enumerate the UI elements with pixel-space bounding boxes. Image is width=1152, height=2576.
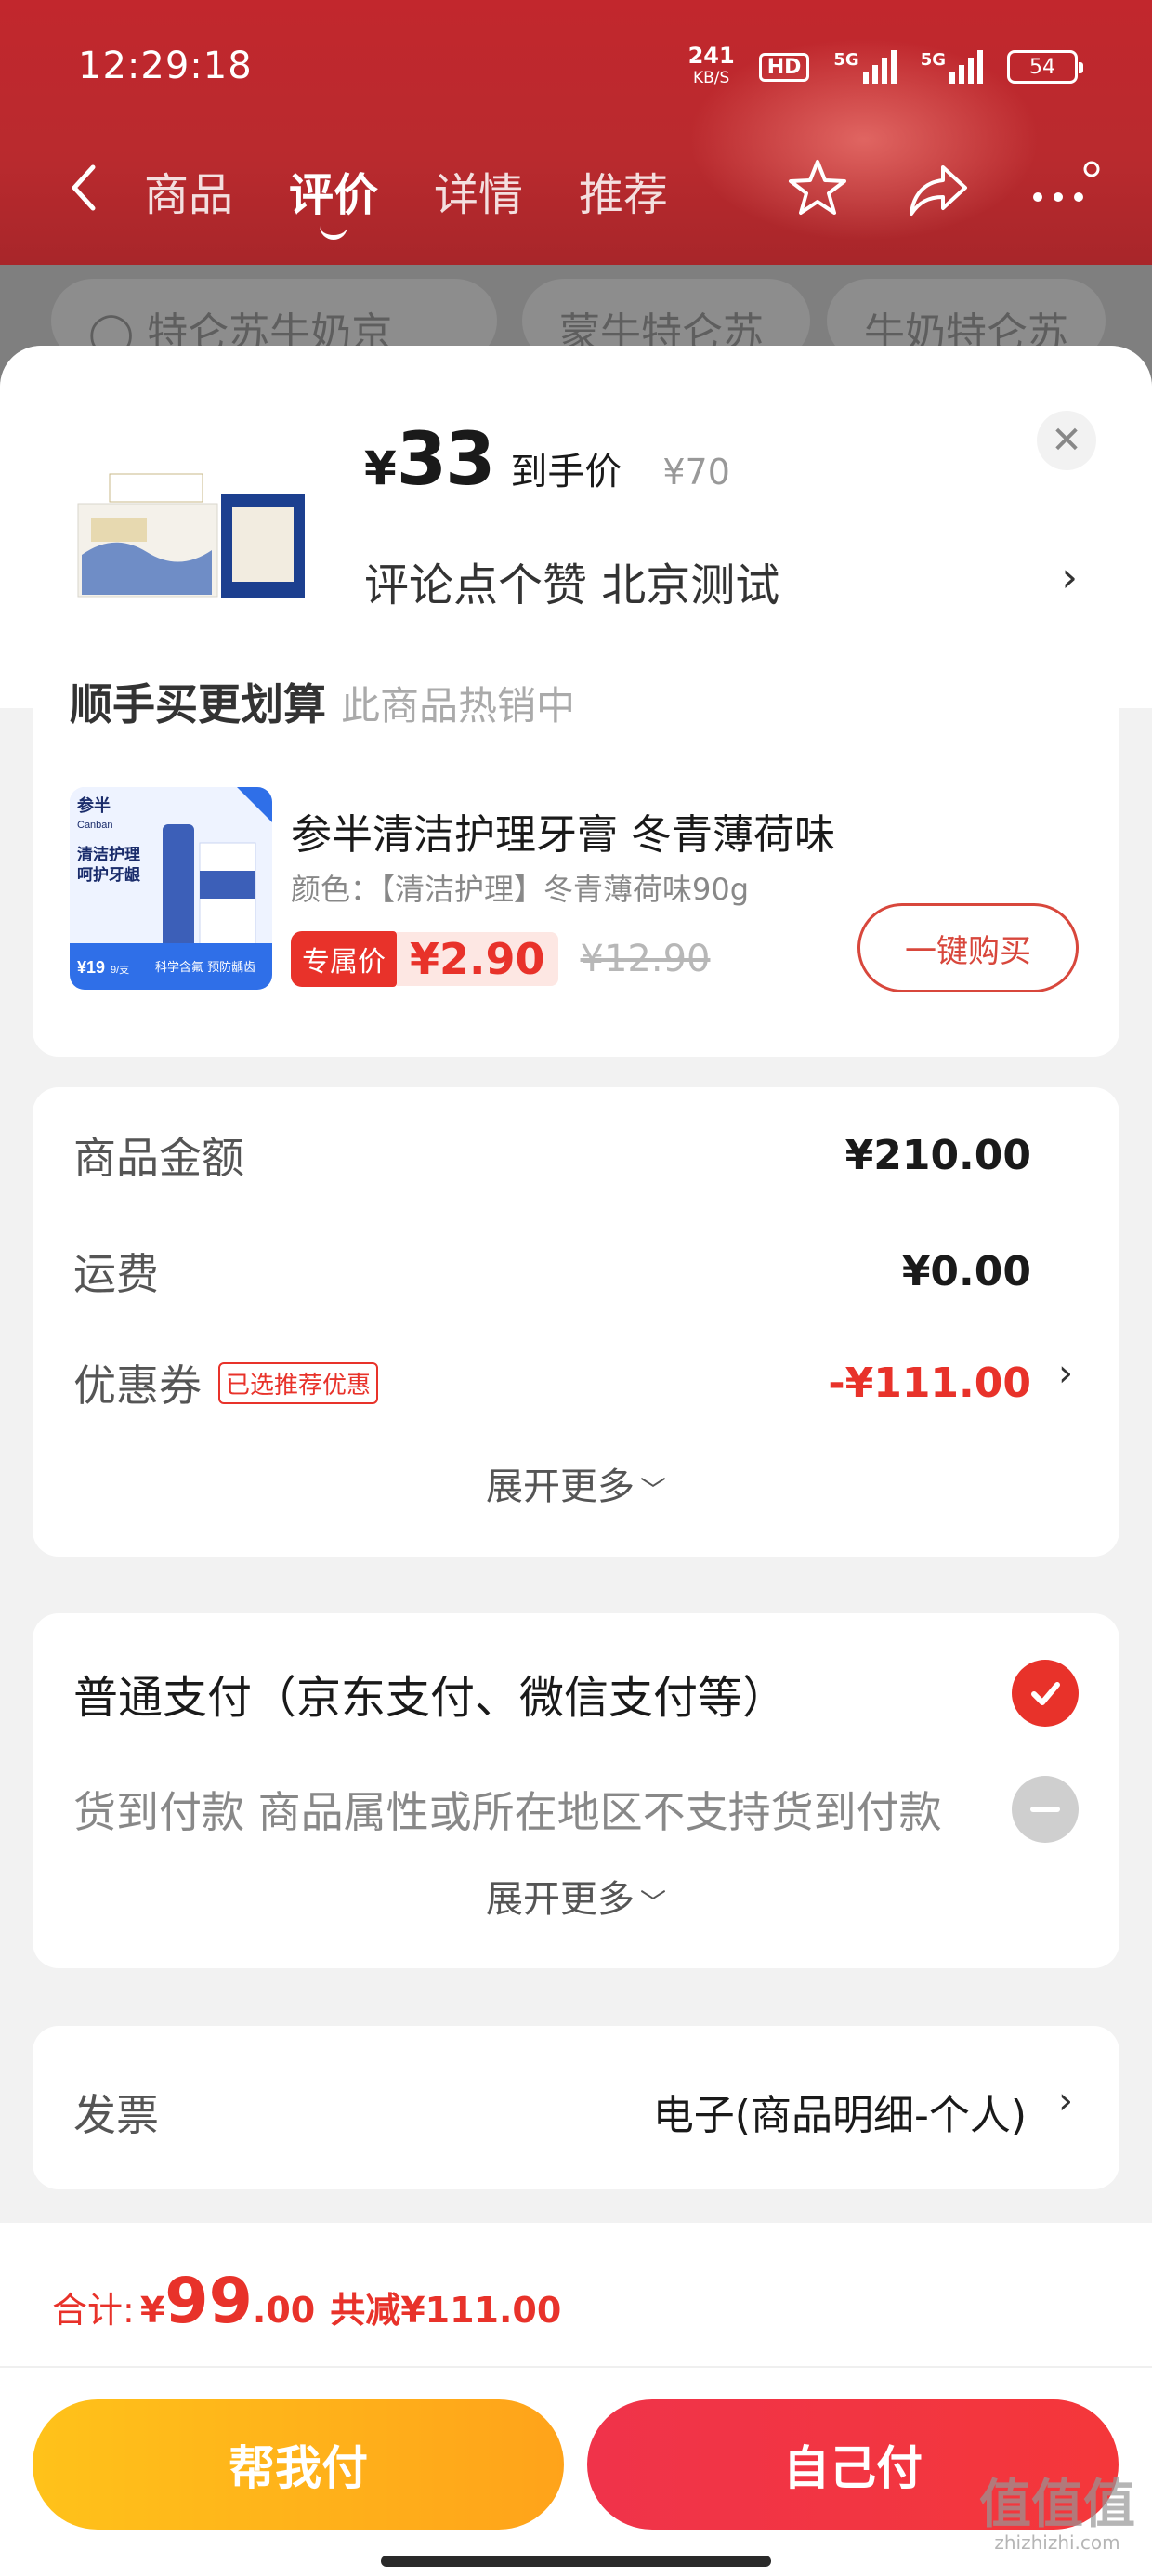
payment-option-label: 普通支付（京东支付、微信支付等）	[73, 1672, 788, 1724]
total-savings: 共减¥111.00	[330, 2290, 562, 2331]
sheet-header: ¥ 33 到手价 ¥70 评论点个赞 北京测试 › ✕	[0, 346, 1152, 708]
background-search-chips: ◯ 特仑苏牛奶京 蒙牛特仑苏 牛奶特仑苏	[0, 279, 1152, 362]
exclusive-price-badge: 专属价	[291, 931, 397, 987]
chevron-right-icon[interactable]: ›	[1058, 2080, 1073, 2123]
expand-label: 展开更多	[485, 1465, 635, 1508]
coupon-label: 优惠券	[73, 1360, 202, 1411]
image-slogan: 科学含氟 预防龋齿	[155, 960, 255, 975]
close-button[interactable]: ✕	[1037, 411, 1096, 470]
tab-details[interactable]: 详情	[434, 158, 523, 223]
battery-icon: 54	[1007, 50, 1083, 84]
tie-in-title: 顺手买更划算 此商品热销中	[70, 671, 575, 732]
image-brand-en: Canban	[77, 820, 113, 831]
hd-icon: HD	[758, 52, 810, 82]
sheet-price: ¥ 33 到手价 ¥70	[364, 418, 730, 502]
nav-tabs: 商品 评价 详情 推荐	[144, 158, 668, 240]
tie-in-product-name[interactable]: 参半清洁护理牙膏 冬青薄荷味	[291, 801, 835, 861]
order-summary-card: 商品金额 ¥210.00 运费 ¥0.00 优惠券 已选推荐优惠 -¥111.0…	[33, 1087, 1119, 1557]
check-icon[interactable]	[1012, 1660, 1079, 1727]
summary-label: 运费	[73, 1249, 159, 1299]
coupon-discount: -¥111.00	[828, 1359, 1031, 1407]
price-symbol: ¥	[364, 441, 397, 495]
summary-label: 商品金额	[73, 1133, 244, 1183]
share-icon[interactable]	[906, 156, 971, 221]
payment-method-card: 普通支付（京东支付、微信支付等） 货到付款 商品属性或所在地区不支持货到付款 展…	[33, 1613, 1119, 1968]
toothpaste-image: 参半 Canban 清洁护理 呵护牙龈 ¥19 9/支 科学含氟 预防龋齿	[70, 787, 272, 990]
nav-actions	[785, 156, 1101, 221]
invoice-value: 电子(商品明细-个人)	[652, 2092, 1027, 2139]
tie-in-product-image[interactable]: 参半 Canban 清洁护理 呵护牙龈 ¥19 9/支 科学含氟 预防龋齿	[70, 787, 272, 990]
summary-row-coupon[interactable]: 优惠券 已选推荐优惠 -¥111.00	[73, 1352, 1031, 1413]
product-thumbnail	[77, 473, 305, 598]
image-headline-1: 清洁护理	[77, 845, 140, 864]
chevron-right-icon[interactable]: ›	[1061, 554, 1078, 601]
original-price: ¥70	[662, 452, 730, 493]
status-bar: 12:29:18 241 KB/S HD 5G 5G 54	[0, 0, 1152, 139]
close-icon: ✕	[1051, 419, 1082, 462]
coupon-tag: 已选推荐优惠	[218, 1361, 379, 1404]
signal-icon: 5G	[833, 50, 897, 84]
status-indicators: 241 KB/S HD 5G 5G 54	[688, 45, 1083, 89]
total-decimal: .00	[252, 2290, 316, 2331]
summary-value: ¥0.00	[901, 1247, 1031, 1295]
tab-recommend[interactable]: 推荐	[579, 158, 668, 223]
star-icon[interactable]	[785, 156, 850, 221]
signal-label-2: 5G	[920, 50, 946, 70]
status-time: 12:29:18	[78, 45, 253, 87]
tie-in-hint: 此商品热销中	[341, 683, 576, 729]
tie-in-product-spec: 颜色：【清洁护理】冬青薄荷味90g	[291, 872, 750, 907]
selected-spec[interactable]: 评论点个赞 北京测试	[364, 548, 779, 613]
network-speed: 241 KB/S	[688, 45, 735, 89]
tie-in-card: 顺手买更划算 此商品热销中 参半 Canban 清洁护理 呵护牙龈 ¥19 9/支…	[33, 679, 1119, 1057]
exclusive-price: ¥2.90	[397, 932, 558, 986]
image-headline-2: 呵护牙龈	[77, 865, 141, 885]
invoice-label: 发票	[73, 2090, 159, 2140]
order-total: 合计: ¥ 99 .00 共减¥111.00	[52, 2265, 561, 2338]
final-price-label: 到手价	[510, 451, 622, 493]
tie-in-price-row: 专属价 ¥2.90 ¥12.90	[291, 931, 710, 987]
disabled-icon	[1012, 1776, 1079, 1843]
summary-expand-more[interactable]: 展开更多 ﹀	[33, 1456, 1119, 1510]
payment-option-label: 货到付款 商品属性或所在地区不支持货到付款	[73, 1787, 942, 1837]
tie-in-original-price: ¥12.90	[580, 938, 711, 980]
watermark-site: zhizhizhi.com	[994, 2531, 1120, 2554]
tie-in-title-text: 顺手买更划算	[70, 679, 326, 729]
chevron-right-icon[interactable]: ›	[1058, 1352, 1073, 1395]
total-integer: 99	[164, 2265, 253, 2338]
summary-row-goods: 商品金额 ¥210.00	[73, 1124, 1031, 1186]
back-icon[interactable]	[65, 160, 102, 216]
chevron-down-icon: ﹀	[639, 1887, 666, 1918]
product-nav-bar: 商品 评价 详情 推荐	[0, 139, 1152, 242]
summary-row-shipping: 运费 ¥0.00	[73, 1241, 1031, 1302]
expand-label: 展开更多	[485, 1878, 635, 1921]
total-label: 合计:	[52, 2290, 135, 2331]
battery-level: 54	[1029, 55, 1055, 79]
image-brand: 参半	[77, 795, 111, 815]
network-speed-value: 241	[687, 43, 735, 69]
summary-value: ¥210.00	[844, 1131, 1031, 1179]
image-price-unit: 9/支	[111, 964, 129, 976]
home-indicator[interactable]	[381, 2556, 771, 2567]
chevron-down-icon: ﹀	[639, 1475, 666, 1505]
payment-option-normal[interactable]: 普通支付（京东支付、微信支付等）	[73, 1660, 1079, 1727]
watermark-glyphs: 值值值	[979, 2475, 1135, 2535]
tab-product[interactable]: 商品	[144, 158, 233, 223]
tab-reviews[interactable]: 评价	[289, 158, 378, 240]
final-price: 33	[396, 418, 496, 502]
invoice-card[interactable]: 发票 电子(商品明细-个人) ›	[33, 2026, 1119, 2189]
signal-icon-2: 5G	[921, 50, 983, 84]
one-click-buy-button[interactable]: 一键购买	[857, 903, 1079, 992]
payment-expand-more[interactable]: 展开更多 ﹀	[33, 1869, 1119, 1923]
divider	[0, 2366, 1152, 2368]
help-me-pay-button[interactable]: 帮我付	[33, 2399, 564, 2530]
network-speed-unit: KB/S	[692, 69, 730, 87]
more-icon[interactable]	[1027, 156, 1101, 221]
watermark-logo: 值值值 zhizhizhi.com	[979, 2479, 1135, 2555]
payment-option-cod: 货到付款 商品属性或所在地区不支持货到付款	[73, 1776, 1079, 1843]
summary-label: 优惠券 已选推荐优惠	[73, 1352, 379, 1413]
image-price-tag: ¥19	[77, 958, 105, 977]
total-symbol: ¥	[139, 2290, 165, 2331]
signal-label: 5G	[833, 50, 859, 70]
